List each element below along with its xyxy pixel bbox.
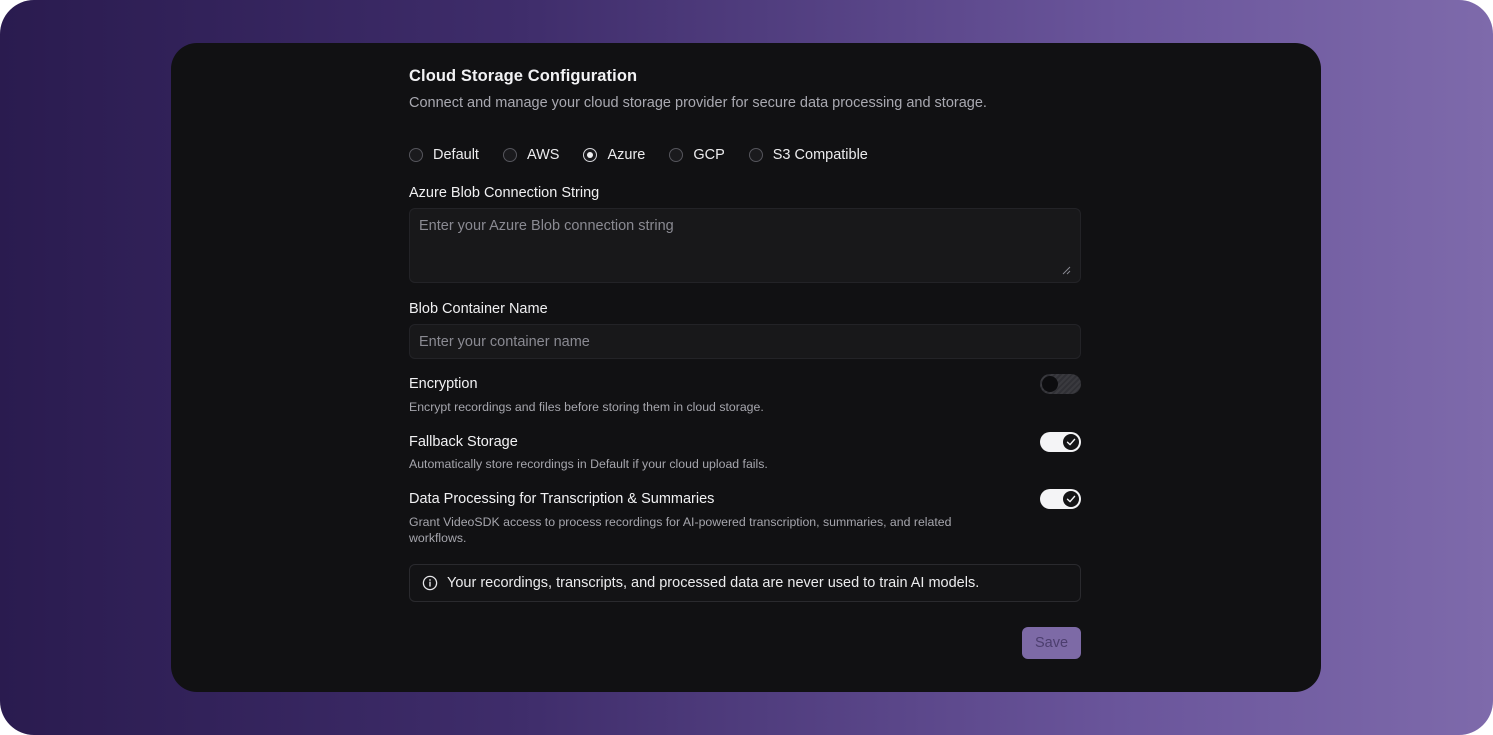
privacy-notice: Your recordings, transcripts, and proces… bbox=[409, 564, 1081, 602]
connection-string-label: Azure Blob Connection String bbox=[409, 185, 600, 201]
radio-label: Azure bbox=[607, 147, 646, 163]
resize-grip-icon[interactable] bbox=[1061, 265, 1071, 275]
container-name-label: Blob Container Name bbox=[409, 301, 548, 317]
toggle-knob bbox=[1063, 434, 1079, 450]
provider-radio-group: Default AWS Azure GCP S3 Compatible bbox=[409, 147, 892, 163]
encryption-toggle[interactable] bbox=[1040, 374, 1081, 394]
radio-azure[interactable]: Azure bbox=[583, 147, 645, 163]
background-frame: Cloud Storage Configuration Connect and … bbox=[0, 0, 1493, 735]
check-icon bbox=[1066, 438, 1076, 446]
encryption-title: Encryption bbox=[409, 376, 478, 392]
toggle-knob bbox=[1042, 376, 1058, 392]
radio-indicator[interactable] bbox=[583, 148, 598, 162]
check-icon bbox=[1066, 495, 1076, 503]
fallback-storage-toggle[interactable] bbox=[1040, 432, 1081, 452]
radio-indicator[interactable] bbox=[409, 148, 423, 162]
radio-indicator[interactable] bbox=[748, 148, 763, 162]
encryption-description: Encrypt recordings and files before stor… bbox=[409, 400, 764, 414]
radio-gcp[interactable]: GCP bbox=[669, 147, 725, 163]
fallback-storage-description: Automatically store recordings in Defaul… bbox=[409, 457, 768, 471]
data-processing-title: Data Processing for Transcription & Summ… bbox=[409, 491, 715, 507]
radio-aws[interactable]: AWS bbox=[502, 147, 560, 163]
save-button[interactable]: Save bbox=[1022, 627, 1081, 659]
page-title: Cloud Storage Configuration bbox=[409, 67, 638, 85]
page-subtitle: Connect and manage your cloud storage pr… bbox=[409, 95, 987, 111]
privacy-notice-text: Your recordings, transcripts, and proces… bbox=[447, 575, 980, 591]
info-icon bbox=[422, 575, 438, 591]
radio-indicator[interactable] bbox=[502, 148, 517, 162]
fallback-storage-title: Fallback Storage bbox=[409, 434, 518, 450]
data-processing-toggle[interactable] bbox=[1040, 489, 1081, 509]
radio-default[interactable]: Default bbox=[409, 147, 479, 163]
container-name-input[interactable] bbox=[409, 324, 1081, 359]
toggle-knob bbox=[1063, 491, 1079, 507]
radio-indicator[interactable] bbox=[669, 148, 684, 162]
radio-label: GCP bbox=[693, 147, 725, 163]
radio-label: AWS bbox=[526, 147, 560, 163]
radio-label: Default bbox=[433, 147, 479, 163]
data-processing-description: Grant VideoSDK access to process recordi… bbox=[409, 515, 952, 545]
connection-string-input[interactable] bbox=[409, 208, 1081, 283]
radio-s3-compatible[interactable]: S3 Compatible bbox=[748, 147, 868, 163]
settings-panel: Cloud Storage Configuration Connect and … bbox=[171, 43, 1321, 692]
radio-label: S3 Compatible bbox=[772, 147, 868, 163]
